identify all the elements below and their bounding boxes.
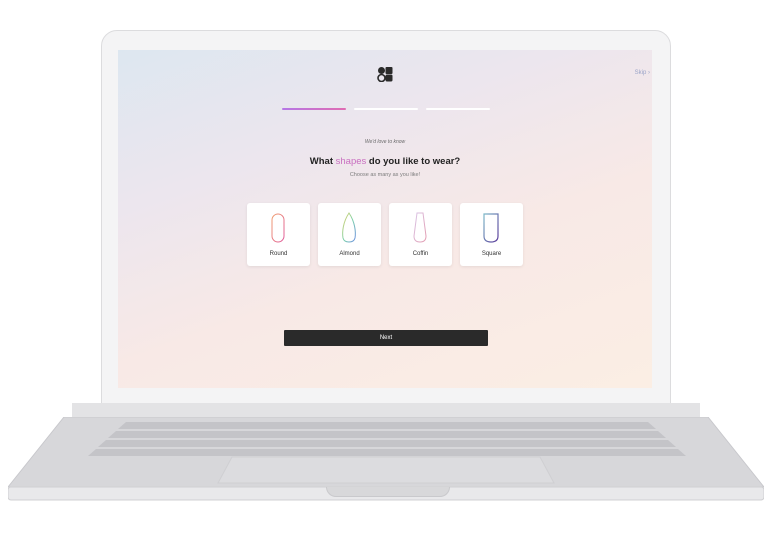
question-heading: What shapes do you like to wear?: [118, 156, 652, 167]
question-before: What: [309, 156, 336, 167]
flower-logo-icon[interactable]: [377, 66, 393, 82]
square-nail-icon: [483, 213, 499, 243]
option-almond[interactable]: Almond: [318, 203, 381, 266]
option-label: Round: [269, 251, 288, 257]
eyebrow-text: We'd love to know: [364, 139, 406, 145]
option-round[interactable]: Round: [247, 203, 310, 266]
almond-nail-icon: [342, 212, 356, 243]
laptop-front-notch: [326, 487, 450, 497]
app-screen: Skip › We'd love to know What shapes do …: [118, 50, 652, 388]
option-square[interactable]: Square: [460, 203, 523, 266]
question-after: do you like to wear?: [366, 156, 461, 167]
round-nail-icon: [271, 213, 285, 243]
question-highlight: shapes: [335, 156, 367, 167]
question-subtitle: Choose as many as you like!: [349, 172, 421, 178]
option-label: Square: [481, 251, 502, 257]
option-label: Coffin: [412, 251, 429, 257]
laptop-hinge: [72, 403, 700, 417]
option-coffin[interactable]: Coffin: [389, 203, 452, 266]
progress-step-3: [426, 108, 490, 110]
skip-link[interactable]: Skip ›: [635, 70, 650, 76]
next-button[interactable]: Next: [284, 330, 488, 346]
coffin-nail-icon: [413, 212, 427, 243]
option-label: Almond: [339, 251, 360, 257]
progress-step-2: [354, 108, 418, 110]
shape-options: Round Almond Coffin Square: [247, 203, 523, 266]
progress-step-1: [282, 108, 346, 110]
